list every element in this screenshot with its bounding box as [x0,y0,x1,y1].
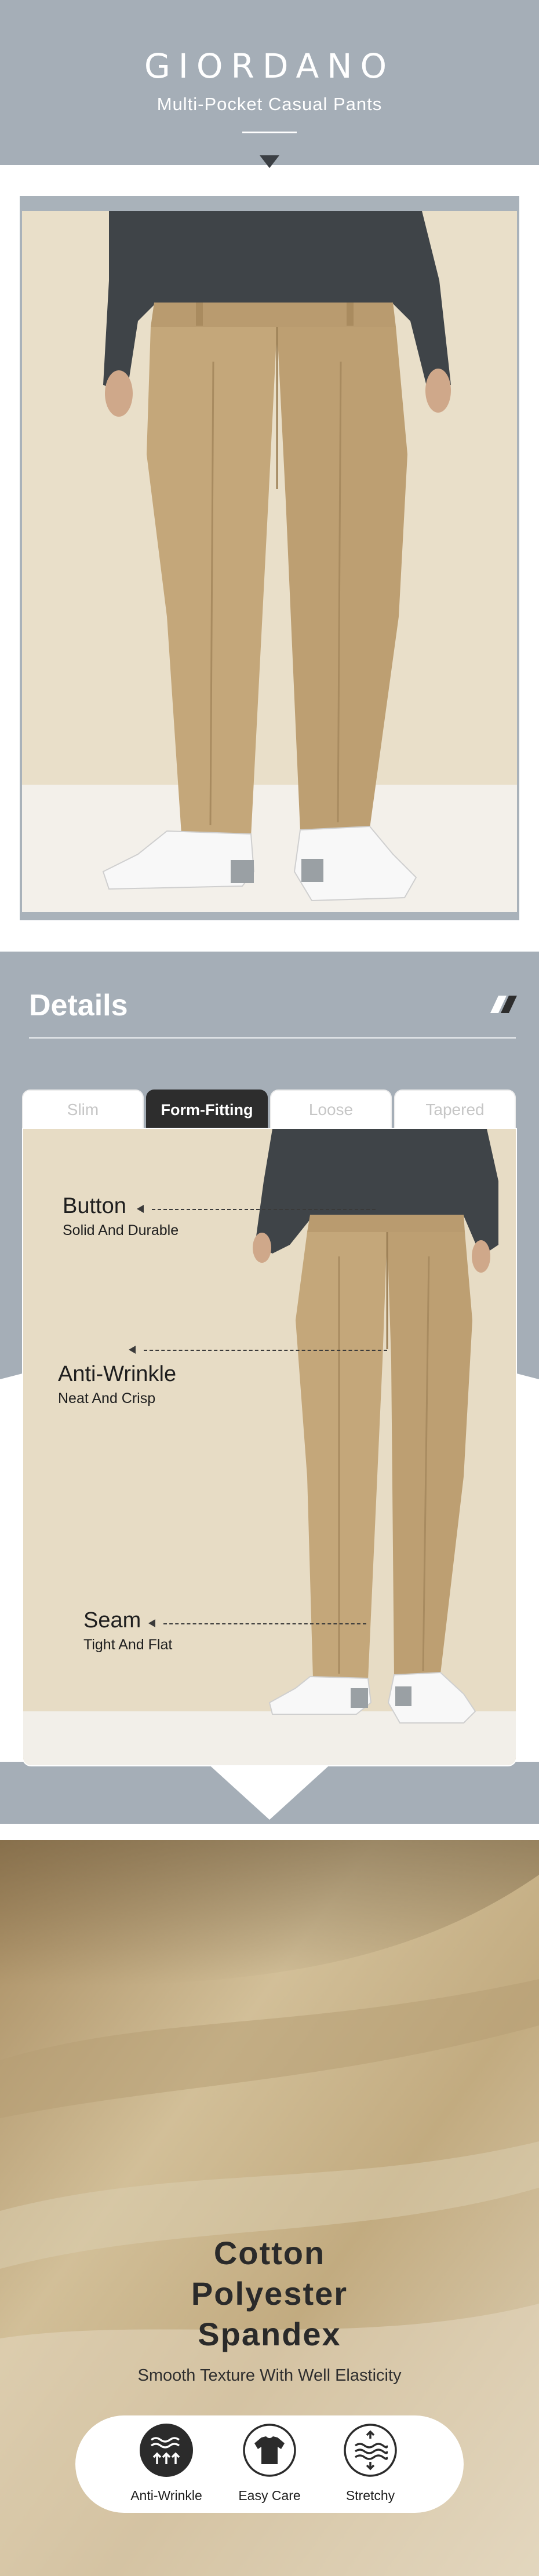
tab-slim[interactable]: Slim [22,1090,144,1128]
feature-anti-wrinkle-label: Anti-Wrinkle [130,2488,202,2503]
callout-button-subtitle: Solid And Durable [63,1222,179,1238]
details-divider [29,1037,516,1039]
feature-stretchy: Stretchy [315,2422,425,2504]
callout-anti-wrinkle-leader [144,1350,387,1351]
subtitle-underline [242,132,297,133]
fabric-title-line-2: Polyester [191,2275,348,2312]
stretch-icon [344,2424,397,2477]
tab-loose[interactable]: Loose [270,1090,392,1128]
callout-button: Button Solid And Durable [63,1194,179,1239]
callout-button-arrow-icon [137,1205,144,1213]
header-banner: GIORDANO Multi-Pocket Casual Pants [0,0,539,168]
callout-seam-title: Seam [83,1608,141,1633]
product-detail-page: GIORDANO Multi-Pocket Casual Pants Detai… [0,0,539,2576]
callout-anti-wrinkle-title: Anti-Wrinkle [58,1362,177,1386]
fabric-title-line-1: Cotton [213,2235,326,2271]
callout-anti-wrinkle: Anti-Wrinkle Neat And Crisp [58,1362,176,1407]
callout-seam-arrow-icon [148,1619,155,1627]
brand-logo: GIORDANO [144,46,395,86]
hero-photo [22,211,517,912]
anti-wrinkle-icon [140,2424,193,2477]
fabric-subtitle: Smooth Texture With Well Elasticity [137,2366,402,2385]
callout-button-title: Button [63,1194,126,1218]
product-subtitle: Multi-Pocket Casual Pants [156,94,383,114]
callout-button-leader [152,1209,376,1210]
feature-easy-care-label: Easy Care [238,2488,301,2503]
tab-tapered[interactable]: Tapered [394,1090,516,1128]
t-shirt-icon [243,2424,296,2477]
chevron-down-icon [260,155,279,168]
tab-form-fitting[interactable]: Form-Fitting [146,1090,268,1128]
model-pants-illustration [22,211,517,912]
details-title: Details [29,989,128,1022]
feature-stretchy-label: Stretchy [345,2488,395,2503]
feature-anti-wrinkle: Anti-Wrinkle [111,2422,221,2504]
callout-seam: Seam Tight And Flat [83,1608,172,1653]
callout-anti-wrinkle-arrow-icon [129,1346,136,1354]
callout-seam-leader [163,1623,366,1624]
feature-easy-care: Easy Care [214,2422,325,2504]
fabric-title-line-3: Spandex [198,2316,341,2352]
callout-seam-subtitle: Tight And Flat [83,1637,173,1653]
callout-anti-wrinkle-subtitle: Neat And Crisp [58,1390,156,1407]
slash-icon [490,996,517,1013]
fit-tabs: Slim Form-Fitting Loose Tapered [22,1090,517,1129]
